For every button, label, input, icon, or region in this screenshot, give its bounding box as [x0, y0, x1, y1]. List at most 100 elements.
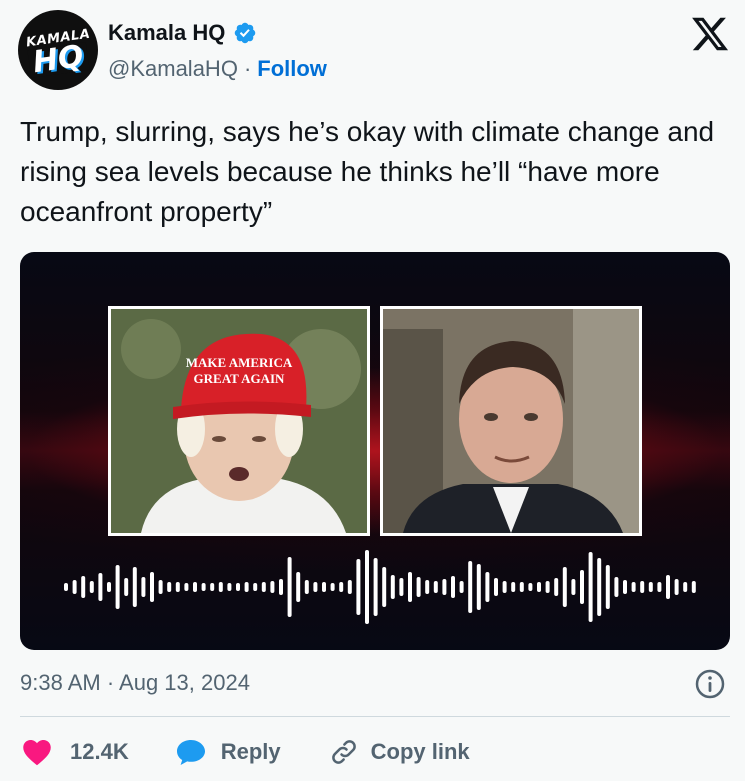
waveform-bar: [279, 579, 283, 595]
waveform-bar: [227, 583, 232, 591]
waveform-bar: [623, 580, 627, 594]
waveform-bar: [476, 564, 481, 610]
waveform-bar: [236, 583, 240, 591]
author-handle[interactable]: @KamalaHQ: [108, 56, 238, 81]
like-count: 12.4K: [70, 739, 129, 764]
waveform-bar: [339, 582, 344, 592]
waveform-bar: [545, 581, 550, 593]
waveform-bar: [562, 567, 567, 607]
waveform-bar: [313, 582, 318, 592]
waveform-bar: [64, 583, 68, 591]
reply-bubble-icon: [176, 740, 205, 765]
waveform-bar: [98, 573, 103, 601]
waveform-bar: [408, 572, 412, 602]
waveform-bar: [261, 582, 266, 592]
waveform-bar: [382, 567, 387, 607]
waveform-bar: [648, 582, 653, 592]
reply-label: Reply: [220, 739, 281, 764]
waveform-bar: [459, 581, 464, 593]
copy-link-button[interactable]: Copy link: [329, 737, 470, 767]
waveform-bar: [81, 576, 86, 598]
waveform-bar: [683, 582, 688, 592]
follow-button[interactable]: Follow: [257, 56, 327, 81]
info-icon[interactable]: [694, 668, 726, 700]
author-name-row: Kamala HQ: [108, 20, 257, 46]
waveform-bar: [580, 570, 584, 604]
waveform-bar: [89, 581, 94, 593]
waveform-bar: [614, 577, 619, 597]
tweet-media[interactable]: MAKE AMERICA GREAT AGAIN: [20, 252, 730, 650]
link-icon: [331, 740, 356, 764]
like-button[interactable]: 12.4K: [22, 738, 129, 766]
waveform-bar: [433, 581, 438, 593]
verified-badge-icon: [235, 22, 256, 44]
waveform-bar: [296, 572, 301, 602]
right-photo-illustration: [383, 309, 639, 533]
waveform-bar: [158, 580, 163, 594]
left-photo-illustration: MAKE AMERICA GREAT AGAIN: [111, 309, 367, 533]
waveform-bar: [365, 550, 369, 624]
x-logo-icon[interactable]: [690, 14, 730, 54]
waveform-bar: [631, 582, 636, 592]
avatar[interactable]: KAMALA HQ: [18, 10, 98, 90]
waveform-bar: [485, 572, 490, 602]
reply-button[interactable]: Reply: [175, 738, 281, 766]
waveform-bar: [347, 580, 352, 594]
waveform-bar: [304, 580, 309, 594]
author-display-name[interactable]: Kamala HQ: [108, 20, 225, 46]
waveform-bar: [373, 558, 378, 616]
waveform-bar: [416, 577, 421, 597]
waveform-bar: [511, 582, 516, 592]
cap-text-line1: MAKE AMERICA: [186, 355, 293, 370]
tweet-text: Trump, slurring, says he’s okay with cli…: [20, 116, 715, 227]
waveform-bar: [666, 575, 670, 599]
waveform-bar: [132, 567, 137, 607]
waveform-bar: [270, 581, 275, 593]
waveform-bar: [201, 583, 206, 591]
waveform-bar: [537, 582, 541, 592]
waveform-bar: [322, 582, 326, 592]
waveform-bar: [210, 583, 215, 591]
waveform-bar: [442, 579, 447, 595]
waveform-bar: [193, 582, 197, 592]
waveform-bar: [124, 578, 129, 596]
right-photo: [380, 306, 642, 536]
waveform-bar: [175, 582, 180, 592]
divider: [20, 716, 730, 717]
waveform-bar: [571, 579, 576, 595]
heart-icon: [23, 740, 51, 766]
avatar-bottom-text: HQ: [27, 38, 89, 80]
waveform-bar: [588, 552, 593, 622]
waveform-bar: [425, 580, 430, 594]
waveform-bar: [640, 581, 645, 593]
waveform-bar: [167, 582, 172, 592]
waveform-bar: [605, 565, 610, 609]
tweet-timestamp[interactable]: 9:38 AM · Aug 13, 2024: [20, 670, 250, 696]
waveform-bar: [674, 579, 679, 595]
waveform-bar: [468, 561, 473, 613]
waveform-bar: [244, 582, 249, 592]
waveform-bar: [253, 583, 258, 591]
waveform-bar: [72, 580, 77, 594]
handle-separator: ·: [243, 56, 252, 81]
waveform-bar: [390, 575, 395, 599]
waveform-bar: [657, 582, 662, 592]
action-bar: 12.4K Reply Copy link: [22, 732, 470, 772]
waveform-bar: [399, 578, 404, 596]
waveform-bar: [597, 558, 602, 616]
waveform-bar: [554, 578, 559, 596]
audio-waveform: [64, 550, 696, 624]
waveform-bar: [141, 577, 146, 597]
waveform-bar: [356, 559, 361, 615]
waveform-bar: [528, 583, 533, 591]
waveform-bar: [218, 582, 223, 592]
waveform-bar: [330, 583, 335, 591]
waveform-bar: [184, 583, 189, 591]
author-handle-row: @KamalaHQ · Follow: [108, 56, 327, 82]
cap-text-line2: GREAT AGAIN: [194, 371, 286, 386]
waveform-bar: [107, 582, 111, 592]
waveform-bar: [287, 557, 292, 617]
waveform-bar: [519, 582, 524, 592]
waveform-bar: [691, 581, 696, 593]
waveform-bar: [502, 581, 507, 593]
